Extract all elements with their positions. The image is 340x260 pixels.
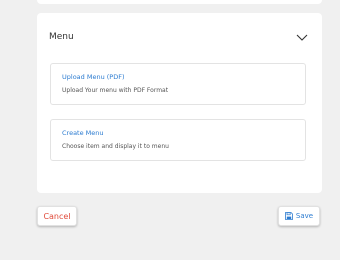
menu-card: Menu Upload Menu (PDF) Upload Your menu …	[37, 13, 322, 193]
save-button-label: Save	[295, 212, 314, 220]
upload-menu-title[interactable]: Upload Menu (PDF)	[62, 73, 294, 81]
upload-menu-option[interactable]: Upload Menu (PDF) Upload Your menu with …	[50, 63, 306, 105]
menu-card-header[interactable]: Menu	[49, 27, 309, 47]
previous-card-edge	[37, 0, 322, 4]
create-menu-option[interactable]: Create Menu Choose item and display it t…	[50, 119, 306, 161]
cancel-button-label: Cancel	[43, 211, 71, 221]
floppy-disk-icon	[285, 212, 293, 220]
create-menu-description: Choose item and display it to menu	[62, 143, 169, 150]
cancel-button[interactable]: Cancel	[37, 206, 77, 226]
menu-card-title: Menu	[49, 32, 74, 42]
upload-menu-description: Upload Your menu with PDF Format	[62, 87, 169, 94]
save-button[interactable]: Save	[278, 206, 320, 226]
create-menu-title[interactable]: Create Menu	[62, 129, 294, 137]
chevron-down-icon[interactable]	[295, 32, 309, 42]
